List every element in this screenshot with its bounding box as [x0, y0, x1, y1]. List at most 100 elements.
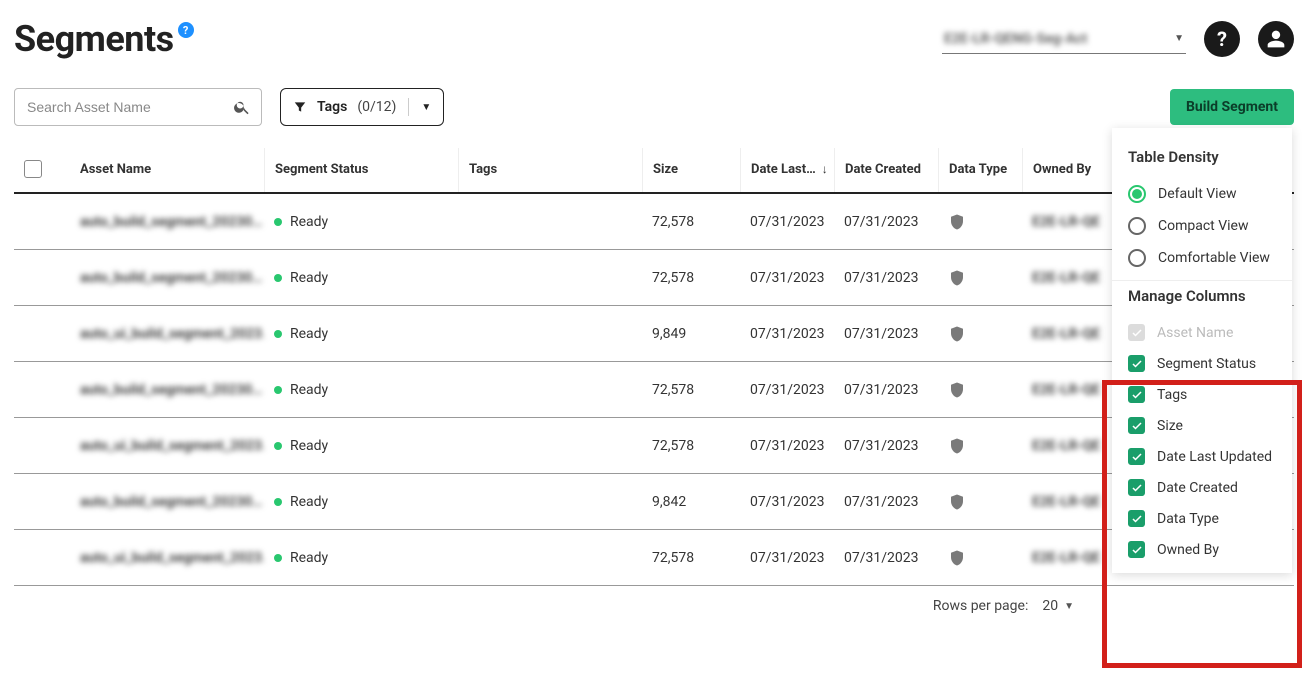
- radio-icon: [1128, 249, 1146, 267]
- table-row[interactable]: auto_build_segment_20230… Ready 72,578 0…: [14, 362, 1294, 418]
- col-toggle-date-created[interactable]: Date Created: [1128, 472, 1276, 503]
- size-cell: 72,578: [642, 214, 740, 230]
- segment-status: Ready: [264, 270, 458, 286]
- page-header: Segments ? E2E-LR-QENG-Seg-Act ▼ ?: [14, 18, 1294, 60]
- col-tags[interactable]: Tags: [458, 148, 642, 192]
- date-updated-cell: 07/31/2023: [740, 214, 834, 230]
- chevron-down-icon: ▼: [1174, 33, 1184, 44]
- segment-status: Ready: [264, 214, 458, 230]
- asset-name: auto_ui_build_segment_2023…: [70, 326, 264, 342]
- density-comfortable[interactable]: Comfortable View: [1128, 242, 1276, 274]
- divider: [408, 98, 409, 116]
- rows-per-page-select[interactable]: 20 ▼: [1042, 598, 1074, 614]
- density-default[interactable]: Default View: [1128, 178, 1276, 210]
- chevron-down-icon: ▼: [421, 102, 431, 113]
- radio-icon: [1128, 217, 1146, 235]
- manage-columns-title: Manage Columns: [1128, 287, 1276, 305]
- pagination: Rows per page: 20 ▼: [14, 586, 1294, 614]
- col-asset-name[interactable]: Asset Name: [70, 148, 264, 192]
- status-dot-icon: [274, 274, 282, 282]
- date-created-cell: 07/31/2023: [834, 214, 938, 230]
- shield-icon: [948, 436, 966, 456]
- checkbox-locked-icon: [1128, 324, 1145, 341]
- status-dot-icon: [274, 554, 282, 562]
- asset-name: auto_build_segment_20230…: [70, 270, 264, 286]
- help-button[interactable]: ?: [1204, 21, 1240, 57]
- table-settings-panel: Table Density Default View Compact View …: [1112, 128, 1292, 573]
- tags-label: Tags: [317, 99, 347, 115]
- table-header: Asset Name Segment Status Tags Size Date…: [14, 148, 1294, 194]
- checkbox-checked-icon: [1128, 386, 1145, 403]
- segment-status: Ready: [264, 326, 458, 342]
- status-dot-icon: [274, 330, 282, 338]
- toolbar: Tags (0/12) ▼ Build Segment: [14, 88, 1294, 126]
- checkbox-checked-icon: [1128, 448, 1145, 465]
- shield-icon: [948, 212, 966, 232]
- filter-icon: [293, 100, 307, 114]
- rows-per-page-label: Rows per page:: [933, 598, 1028, 614]
- shield-icon: [948, 492, 966, 512]
- checkbox-checked-icon: [1128, 355, 1145, 372]
- asset-name: auto_build_segment_20230…: [70, 494, 264, 510]
- segment-status: Ready: [264, 494, 458, 510]
- account-selector[interactable]: E2E-LR-QENG-Seg-Act ▼: [942, 25, 1186, 54]
- segment-status: Ready: [264, 438, 458, 454]
- shield-icon: [948, 268, 966, 288]
- col-checkbox: [14, 148, 70, 192]
- radio-icon: [1128, 185, 1146, 203]
- table-row[interactable]: auto_build_segment_20230… Ready 72,578 0…: [14, 194, 1294, 250]
- status-dot-icon: [274, 442, 282, 450]
- person-icon: [1266, 29, 1286, 49]
- tags-filter[interactable]: Tags (0/12) ▼: [280, 88, 444, 126]
- col-toggle-size[interactable]: Size: [1128, 410, 1276, 441]
- table-row[interactable]: auto_ui_build_segment_2023… Ready 9,849 …: [14, 306, 1294, 362]
- select-all-checkbox[interactable]: [24, 160, 42, 178]
- col-size[interactable]: Size: [642, 148, 740, 192]
- col-toggle-segment-status[interactable]: Segment Status: [1128, 348, 1276, 379]
- page-title: Segments: [14, 18, 174, 60]
- data-type-cell: [938, 212, 1022, 232]
- col-toggle-asset-name: Asset Name: [1128, 317, 1276, 348]
- density-compact[interactable]: Compact View: [1128, 210, 1276, 242]
- chevron-down-icon: ▼: [1064, 601, 1074, 612]
- shield-icon: [948, 380, 966, 400]
- asset-name: auto_build_segment_20230…: [70, 382, 264, 398]
- col-owned-by[interactable]: Owned By: [1022, 148, 1100, 192]
- owned-by-cell: E2E-LR-QEN…: [1022, 214, 1100, 230]
- col-toggle-owned-by[interactable]: Owned By: [1128, 534, 1276, 565]
- help-icon[interactable]: ?: [178, 22, 194, 38]
- col-toggle-tags[interactable]: Tags: [1128, 379, 1276, 410]
- search-input[interactable]: [25, 98, 233, 116]
- table-row[interactable]: auto_ui_build_segment_2023… Ready 72,578…: [14, 418, 1294, 474]
- table-row[interactable]: auto_build_segment_20230… Ready 9,842 07…: [14, 474, 1294, 530]
- build-segment-button[interactable]: Build Segment: [1170, 89, 1294, 125]
- account-name: E2E-LR-QENG-Seg-Act: [944, 31, 1087, 47]
- profile-button[interactable]: [1258, 21, 1294, 57]
- asset-name: auto_build_segment_20230…: [70, 214, 264, 230]
- segments-table: Asset Name Segment Status Tags Size Date…: [14, 148, 1294, 586]
- search-icon: [233, 98, 251, 116]
- segment-status: Ready: [264, 382, 458, 398]
- table-row[interactable]: auto_build_segment_20230… Ready 72,578 0…: [14, 250, 1294, 306]
- col-segment-status[interactable]: Segment Status: [264, 148, 458, 192]
- checkbox-checked-icon: [1128, 510, 1145, 527]
- col-date-created[interactable]: Date Created: [834, 148, 938, 192]
- table-density-title: Table Density: [1128, 148, 1276, 166]
- asset-name: auto_ui_build_segment_2023…: [70, 550, 264, 566]
- segment-status: Ready: [264, 550, 458, 566]
- status-dot-icon: [274, 386, 282, 394]
- checkbox-checked-icon: [1128, 479, 1145, 496]
- search-box[interactable]: [14, 88, 262, 126]
- col-toggle-data-type[interactable]: Data Type: [1128, 503, 1276, 534]
- tags-count: (0/12): [357, 99, 396, 115]
- divider: [1112, 280, 1292, 281]
- col-data-type[interactable]: Data Type: [938, 148, 1022, 192]
- asset-name: auto_ui_build_segment_2023…: [70, 438, 264, 454]
- col-toggle-date-last-updated[interactable]: Date Last Updated: [1128, 441, 1276, 472]
- question-icon: ?: [1217, 27, 1227, 51]
- checkbox-checked-icon: [1128, 417, 1145, 434]
- col-date-last-updated[interactable]: Date Last… ↓: [740, 148, 834, 192]
- checkbox-checked-icon: [1128, 541, 1145, 558]
- status-dot-icon: [274, 218, 282, 226]
- table-row[interactable]: auto_ui_build_segment_2023… Ready 72,578…: [14, 530, 1294, 586]
